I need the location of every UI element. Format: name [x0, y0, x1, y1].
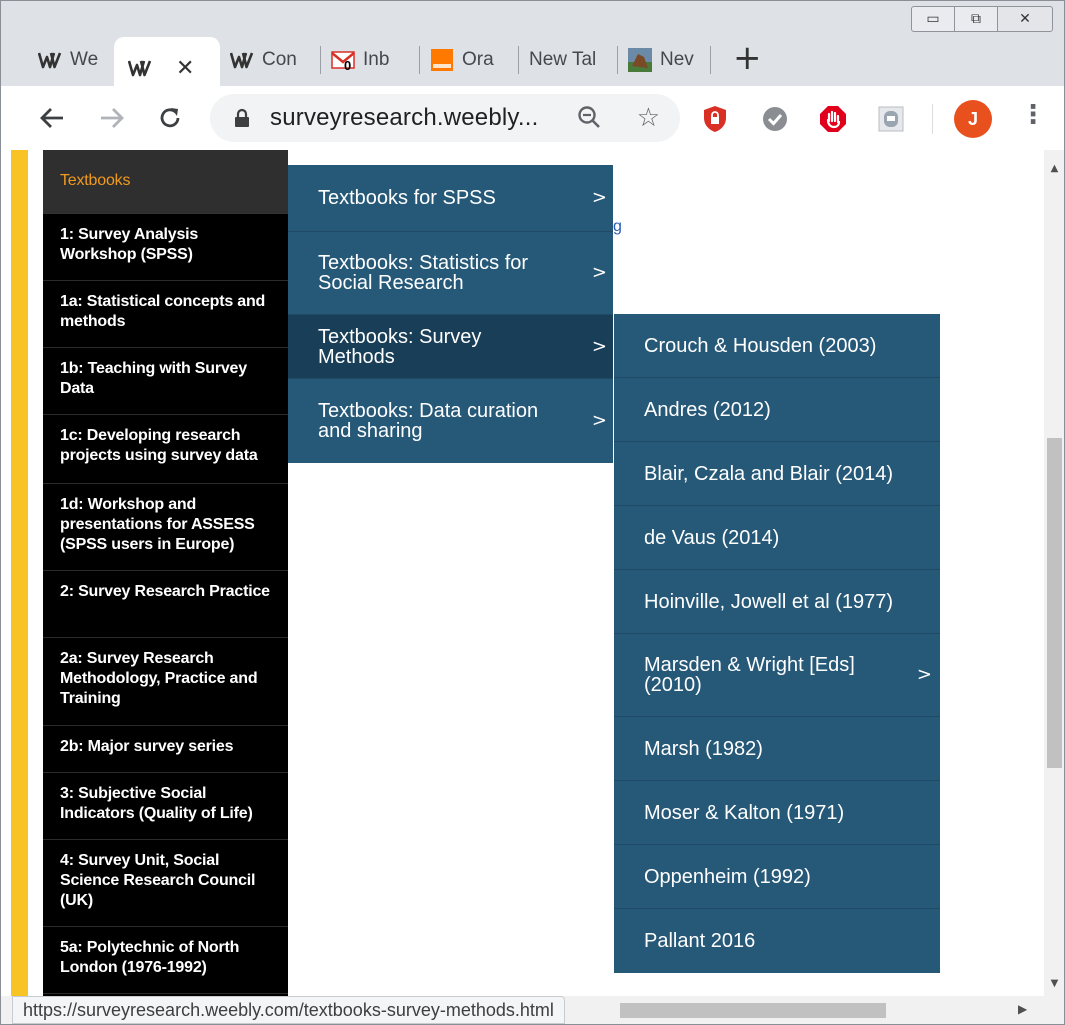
maximize-button[interactable]: ⧉ — [954, 6, 998, 32]
chevron-right-icon: > — [591, 187, 607, 208]
chevron-right-icon: > — [591, 335, 607, 357]
reload-button[interactable] — [150, 98, 190, 138]
chevron-right-icon: > — [591, 410, 607, 431]
reload-icon — [160, 108, 180, 128]
menu-item-moser-kalton[interactable]: Moser & Kalton (1971) — [614, 781, 940, 845]
forward-button[interactable] — [92, 98, 132, 138]
scrollbar-thumb[interactable] — [1047, 438, 1062, 768]
menu-item-crouch-housden[interactable]: Crouch & Housden (2003) — [614, 314, 940, 378]
menu-item-hoinville-jowell[interactable]: Hoinville, Jowell et al (1977) — [614, 570, 940, 634]
url-text[interactable]: surveyresearch.weebly... — [270, 104, 538, 132]
menu-item-marsden-wright[interactable]: Marsden & Wright [Eds] (2010) > — [614, 634, 940, 717]
bird-icon — [628, 48, 652, 72]
textbooks-submenu: Textbooks for SPSS > Textbooks: Statisti… — [288, 165, 613, 463]
sidebar-item-polytechnic-north-london[interactable]: 5a: Polytechnic of North London (1976-19… — [43, 927, 288, 994]
window-close-button[interactable]: ✕ — [997, 6, 1053, 32]
tab-bird[interactable]: Nev — [618, 37, 710, 83]
tab-gmail[interactable]: 0 Inb — [321, 37, 419, 83]
chevron-right-icon: > — [916, 664, 932, 685]
scrollbar-thumb[interactable] — [620, 1003, 886, 1018]
tab-title: Con — [262, 49, 297, 70]
ghostery-extension-icon[interactable] — [876, 104, 906, 134]
tab-close-icon[interactable]: ✕ — [176, 56, 194, 81]
back-arrow-icon — [40, 108, 63, 128]
tab-title: We — [70, 49, 99, 70]
menu-kebab-icon[interactable]: ⋮ — [1020, 100, 1046, 130]
submenu-item-label: Textbooks for SPSS — [318, 187, 496, 209]
zoom-icon[interactable] — [576, 104, 602, 135]
accent-bar — [11, 150, 28, 996]
status-url-bubble: https://surveyresearch.weebly.com/textbo… — [12, 996, 565, 1024]
lock-icon — [235, 108, 249, 127]
scroll-right-arrow-icon[interactable]: ▶ — [1018, 1002, 1027, 1016]
tab-orange[interactable]: Ora — [420, 37, 518, 83]
profile-avatar[interactable]: J — [954, 100, 992, 138]
menu-item-blair-czala-blair[interactable]: Blair, Czala and Blair (2014) — [614, 442, 940, 506]
menu-item-de-vaus[interactable]: de Vaus (2014) — [614, 506, 940, 570]
chevron-right-icon: > — [591, 262, 607, 283]
page-viewport: Textbooks 1: Survey Analysis Workshop (S… — [1, 150, 1044, 996]
sidebar-item-survey-research-practice[interactable]: 2: Survey Research Practice — [43, 571, 288, 638]
window-controls: ▭ ⧉ ✕ — [911, 6, 1053, 32]
forward-arrow-icon — [101, 108, 124, 128]
weebly-icon — [230, 48, 254, 72]
back-button[interactable] — [32, 98, 72, 138]
submenu-item-label: Textbooks: Data curation and sharing — [318, 400, 539, 442]
bookmark-star-icon[interactable]: ☆ — [637, 103, 660, 133]
tab-title: New Tal — [529, 49, 597, 70]
sidebar-item-survey-analysis-workshop[interactable]: 1: Survey Analysis Workshop (SPSS) — [43, 214, 288, 281]
address-bar[interactable]: surveyresearch.weebly... ☆ — [210, 94, 680, 142]
sidebar-item-textbooks[interactable]: Textbooks — [43, 150, 288, 214]
submenu-item-textbooks-spss[interactable]: Textbooks for SPSS > — [288, 165, 613, 232]
toolbar-divider — [932, 104, 933, 134]
orange-icon — [430, 48, 454, 72]
menu-item-oppenheim[interactable]: Oppenheim (1992) — [614, 845, 940, 909]
sidebar-item-survey-unit-ssrc[interactable]: 4: Survey Unit, Social Science Research … — [43, 840, 288, 927]
scroll-down-arrow-icon[interactable]: ▼ — [1044, 975, 1065, 992]
submenu-item-statistics-social-research[interactable]: Textbooks: Statistics for Social Researc… — [288, 232, 613, 315]
submenu-item-data-curation[interactable]: Textbooks: Data curation and sharing > — [288, 379, 613, 463]
sidebar-item-workshop-assess[interactable]: 1d: Workshop and presentations for ASSES… — [43, 484, 288, 571]
menu-item-pallant[interactable]: Pallant 2016 — [614, 909, 940, 973]
tab-title: Inb — [363, 49, 390, 70]
sidebar-item-subjective-indicators[interactable]: 3: Subjective Social Indicators (Quality… — [43, 773, 288, 840]
vertical-scrollbar[interactable]: ▲ ▼ — [1044, 150, 1065, 996]
sidebar-item-major-survey-series[interactable]: 2b: Major survey series — [43, 726, 288, 773]
weebly-icon — [38, 48, 62, 72]
shield-extension-icon[interactable] — [700, 104, 730, 134]
submenu-item-survey-methods[interactable]: Textbooks: Survey Methods > — [288, 315, 613, 379]
menu-item-label: Marsden & Wright [Eds] (2010) — [644, 654, 855, 696]
stop-extension-icon[interactable] — [818, 104, 848, 134]
tab-new-tab[interactable]: New Tal — [519, 37, 617, 83]
sidebar-item-survey-methodology[interactable]: 2a: Survey Research Methodology, Practic… — [43, 638, 288, 726]
weebly-icon — [128, 56, 152, 80]
unread-badge: 0 — [344, 58, 352, 73]
tab-weebly-3[interactable]: Con — [220, 37, 320, 83]
tab-weebly-1[interactable]: We — [28, 37, 114, 83]
gmail-icon: 0 — [331, 48, 355, 73]
sidebar-item-developing-research[interactable]: 1c: Developing research projects using s… — [43, 415, 288, 484]
submenu-item-label: Textbooks: Statistics for Social Researc… — [318, 252, 529, 294]
menu-item-marsh[interactable]: Marsh (1982) — [614, 717, 940, 781]
tab-separator — [710, 46, 711, 74]
tab-title: Nev — [660, 49, 694, 70]
menu-item-andres[interactable]: Andres (2012) — [614, 378, 940, 442]
tab-strip: We ✕ Con 0 Inb Ora New Tal Nev + — [28, 24, 762, 99]
new-tab-button[interactable]: + — [733, 38, 762, 78]
submenu-item-label: Textbooks: Survey Methods — [318, 325, 482, 368]
minimize-button[interactable]: ▭ — [911, 6, 955, 32]
page-text-fragment[interactable]: g — [613, 218, 622, 236]
sidebar-item-statistical-concepts[interactable]: 1a: Statistical concepts and methods — [43, 281, 288, 348]
sidebar-item-teaching-survey-data[interactable]: 1b: Teaching with Survey Data — [43, 348, 288, 415]
survey-methods-submenu: Crouch & Housden (2003) Andres (2012) Bl… — [614, 314, 940, 973]
scroll-up-arrow-icon[interactable]: ▲ — [1044, 160, 1065, 177]
tab-title: Ora — [462, 49, 494, 70]
sidebar-nav: Textbooks 1: Survey Analysis Workshop (S… — [43, 150, 288, 996]
check-extension-icon[interactable] — [760, 104, 790, 134]
